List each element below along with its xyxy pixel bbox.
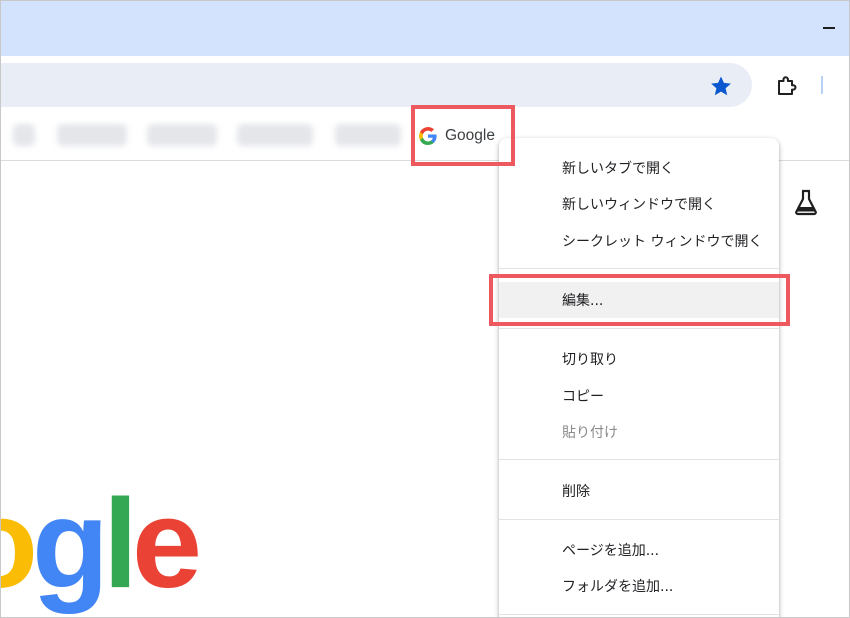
star-icon[interactable]	[709, 74, 733, 98]
address-bar[interactable]	[1, 63, 752, 107]
menu-item-label: 削除	[562, 484, 590, 500]
menu-item-add-folder[interactable]: フォルダを追加...	[499, 568, 779, 604]
menu-item-label: 切り取り	[562, 352, 618, 368]
puzzle-icon[interactable]	[774, 73, 800, 99]
menu-item-label: 貼り付け	[562, 425, 618, 441]
blurred-bookmark[interactable]	[237, 124, 313, 146]
menu-item-open-incognito[interactable]: シークレット ウィンドウで開く	[499, 223, 779, 259]
minimize-button[interactable]	[823, 27, 835, 29]
menu-separator	[499, 519, 779, 520]
blurred-bookmark[interactable]	[147, 124, 217, 146]
menu-item-open-new-window[interactable]: 新しいウィンドウで開く	[499, 186, 779, 222]
menu-item-paste: 貼り付け	[499, 414, 779, 450]
menu-item-label: フォルダを追加...	[562, 579, 674, 595]
menu-separator	[499, 268, 779, 269]
blurred-bookmark[interactable]	[57, 124, 127, 146]
menu-item-label: シークレット ウィンドウで開く	[562, 234, 763, 250]
menu-item-delete[interactable]: 削除	[499, 473, 779, 509]
blurred-bookmark[interactable]	[13, 124, 35, 146]
toolbar	[1, 56, 849, 112]
google-logo: ogle	[1, 473, 202, 614]
bookmark-context-menu: 新しいタブで開く 新しいウィンドウで開く シークレット ウィンドウで開く 編集.…	[499, 138, 779, 617]
toolbar-divider	[821, 76, 823, 94]
menu-separator	[499, 459, 779, 460]
menu-item-label: 新しいタブで開く	[562, 161, 674, 177]
highlight-box-edit-item	[489, 274, 790, 326]
browser-window: Google ogle 新しいタブで開く 新しいウィンドウで開く シークレット …	[0, 0, 850, 618]
menu-item-add-page[interactable]: ページを追加...	[499, 532, 779, 568]
menu-item-cut[interactable]: 切り取り	[499, 341, 779, 377]
menu-item-open-new-tab[interactable]: 新しいタブで開く	[499, 150, 779, 186]
blurred-bookmark[interactable]	[335, 124, 401, 146]
menu-separator	[499, 614, 779, 615]
menu-item-copy[interactable]: コピー	[499, 378, 779, 414]
menu-item-label: 新しいウィンドウで開く	[562, 197, 716, 213]
highlight-box-google-bookmark	[411, 105, 515, 166]
menu-separator	[499, 328, 779, 329]
menu-item-label: コピー	[562, 389, 604, 405]
title-bar	[1, 1, 849, 56]
menu-item-label: ページを追加...	[562, 543, 660, 559]
flask-icon[interactable]	[793, 188, 819, 216]
